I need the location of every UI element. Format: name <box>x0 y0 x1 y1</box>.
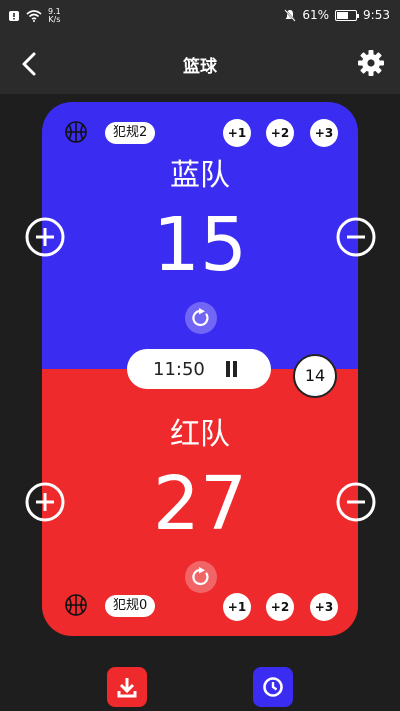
pause-icon[interactable] <box>225 361 239 377</box>
team-top-plus2-button[interactable]: +2 <box>266 119 294 147</box>
shot-clock[interactable]: 14 <box>293 354 337 398</box>
network-speed: 9.1 K/s <box>48 8 61 24</box>
team-top-fouls[interactable]: 犯规2 <box>105 122 156 144</box>
team-bottom-reset-button[interactable] <box>185 561 217 593</box>
team-top-name[interactable]: 蓝队 <box>42 150 358 194</box>
status-right: 61% 9:53 <box>284 8 390 22</box>
mute-icon <box>284 8 297 22</box>
reset-icon <box>192 567 209 586</box>
download-button[interactable] <box>107 667 147 707</box>
team-top-subtract-button[interactable] <box>336 217 376 257</box>
team-top-plus1-button[interactable]: +1 <box>223 119 251 147</box>
team-bottom-plus1-button[interactable]: +1 <box>223 593 251 621</box>
team-top-plus3-button[interactable]: +3 <box>310 119 338 147</box>
team-bottom-panel: 红队 27 犯规0 +1 +2 +3 <box>42 369 358 636</box>
team-top-panel: 犯规2 +1 +2 +3 蓝队 15 <box>42 102 358 369</box>
status-bar: 9.1 K/s 61% 9:53 <box>0 0 400 32</box>
team-bottom-plus3-button[interactable]: +3 <box>310 593 338 621</box>
team-bottom-fouls[interactable]: 犯规0 <box>105 595 156 617</box>
team-bottom-add-button[interactable] <box>25 482 65 522</box>
team-bottom-score[interactable]: 27 <box>42 461 358 547</box>
gear-icon[interactable] <box>356 48 386 78</box>
battery-percent: 61% <box>302 8 330 22</box>
basketball-icon <box>65 594 87 616</box>
top-bar: 篮球 <box>0 32 400 94</box>
reset-icon <box>192 308 209 327</box>
team-bottom-subtract-button[interactable] <box>336 482 376 522</box>
network-speed-unit: K/s <box>48 15 61 24</box>
notification-icon <box>9 11 19 21</box>
page-title: 篮球 <box>183 57 217 77</box>
team-top-add-button[interactable] <box>25 217 65 257</box>
team-top-score[interactable]: 15 <box>42 202 358 288</box>
battery-fill <box>337 11 349 19</box>
game-timer[interactable]: 11:50 <box>127 349 271 389</box>
game-time: 11:50 <box>153 359 205 380</box>
team-bottom-name[interactable]: 红队 <box>42 409 358 453</box>
download-icon <box>117 678 137 698</box>
status-left: 9.1 K/s <box>8 8 61 24</box>
basketball-icon <box>65 121 87 143</box>
clock-icon <box>263 677 283 697</box>
history-button[interactable] <box>253 667 293 707</box>
battery-icon <box>335 9 360 21</box>
wifi-icon <box>26 10 42 22</box>
team-top-reset-button[interactable] <box>185 302 217 334</box>
status-time: 9:53 <box>363 8 390 22</box>
team-bottom-plus2-button[interactable]: +2 <box>266 593 294 621</box>
